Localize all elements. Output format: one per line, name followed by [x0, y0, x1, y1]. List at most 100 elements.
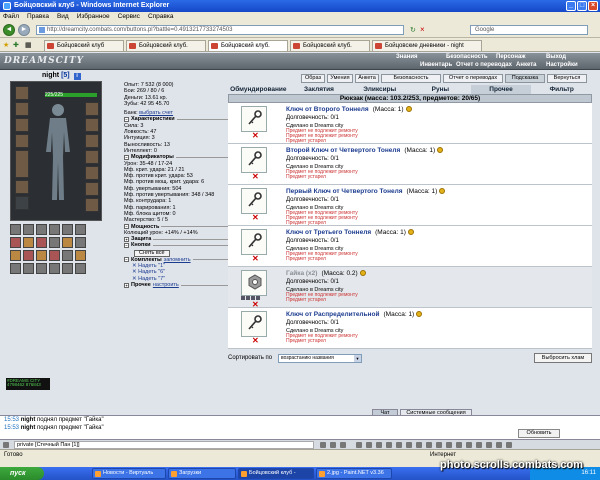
menu-edit[interactable]: Правка [27, 12, 49, 22]
toolbar-icon[interactable] [496, 442, 502, 448]
nav-exit[interactable]: Выход [546, 54, 596, 61]
gloves-slot[interactable] [85, 118, 99, 132]
item-image[interactable] [241, 229, 267, 255]
take-off-all-button[interactable]: Снять всё [134, 249, 170, 257]
collapse-icon[interactable]: − [124, 117, 129, 123]
earrings-slot[interactable] [15, 102, 29, 116]
back-button[interactable]: Вернуться [547, 74, 587, 83]
send-icon[interactable] [320, 442, 326, 448]
inv-slot[interactable] [49, 263, 60, 274]
start-button[interactable]: пуск [0, 467, 44, 480]
forward-icon[interactable]: ► [18, 24, 30, 36]
transfers-report-button[interactable]: Отчет о переводах [443, 74, 503, 83]
item-image[interactable] [241, 188, 267, 214]
inv-slot[interactable] [75, 237, 86, 248]
bracers-slot[interactable] [85, 102, 99, 116]
security-button[interactable]: Безопасность [381, 74, 441, 83]
inv-slot[interactable] [62, 263, 73, 274]
refresh-chat-button[interactable]: Обновить [518, 429, 560, 438]
menu-help[interactable]: Справка [148, 12, 174, 22]
tab-elixirs[interactable]: Эликсиры [349, 85, 410, 94]
taskbar-item-active[interactable]: Бойцовский клуб - [238, 468, 314, 479]
inv-slot[interactable] [23, 237, 34, 248]
item-image[interactable] [241, 270, 267, 296]
delete-icon[interactable]: ✕ [252, 173, 259, 181]
tab-misc[interactable]: Прочее [470, 85, 532, 94]
toolbar-icon[interactable] [476, 442, 482, 448]
ring-slot[interactable] [85, 150, 99, 164]
pocket-slot[interactable] [15, 196, 29, 210]
tab-equipment[interactable]: Обмундирование [228, 85, 289, 94]
taskbar-item[interactable]: Загрузки [168, 468, 236, 479]
close-button[interactable]: × [588, 1, 598, 11]
inv-slot[interactable] [36, 263, 47, 274]
delete-icon[interactable]: ✕ [252, 214, 259, 222]
collapse-icon[interactable]: − [124, 243, 129, 249]
browser-tab[interactable]: Бойцовский клуб. [290, 40, 370, 51]
browser-tab[interactable]: Бойцовский клуб. [126, 40, 206, 51]
back-icon[interactable]: ◄ [3, 24, 15, 36]
chat-mode-icon[interactable] [3, 442, 9, 448]
maximize-button[interactable]: □ [577, 1, 587, 11]
inv-slot[interactable] [10, 224, 21, 235]
item-name[interactable]: Второй Ключ от Четвертого Тонеля (Масса: … [286, 147, 444, 154]
amulet-slot[interactable] [15, 118, 29, 132]
toolbar-icon[interactable] [436, 442, 442, 448]
info-icon[interactable]: i [73, 73, 81, 80]
add-favorite-icon[interactable]: ✚ [13, 41, 19, 49]
stop-icon[interactable]: × [420, 25, 425, 34]
section-misc[interactable]: + Прочее настроить [124, 282, 234, 288]
collapse-icon[interactable]: − [124, 257, 129, 263]
inv-slot[interactable] [23, 250, 34, 261]
image-button[interactable]: Образ [301, 74, 325, 83]
tab-filter[interactable]: Фильтр [531, 85, 592, 94]
menu-file[interactable]: Файл [3, 12, 19, 22]
delete-icon[interactable]: ✕ [252, 255, 259, 263]
favorites-star-icon[interactable]: ★ [3, 41, 9, 49]
toolbar-icon[interactable] [426, 442, 432, 448]
toolbar-icon[interactable] [416, 442, 422, 448]
delete-icon[interactable]: ✕ [252, 337, 259, 345]
inv-slot[interactable] [36, 250, 47, 261]
taskbar-item[interactable]: 2.jpg - Paint.NET v3.36 [316, 468, 392, 479]
toolbar-icon[interactable] [396, 442, 402, 448]
shield-slot[interactable] [85, 134, 99, 148]
bank-select-link[interactable]: выбрать счет [139, 110, 173, 116]
toolbar-icon[interactable] [366, 442, 372, 448]
menu-view[interactable]: Вид [57, 12, 69, 22]
nav-knowledge[interactable]: Знания [396, 54, 446, 61]
hint-button[interactable]: Подсказка [505, 74, 545, 83]
armor-slot[interactable] [15, 150, 29, 178]
nav-character[interactable]: Персонаж [496, 54, 546, 61]
item-image[interactable] [241, 311, 267, 337]
skills-button[interactable]: Умения [327, 74, 353, 83]
inv-slot[interactable] [10, 237, 21, 248]
minimize-button[interactable]: _ [566, 1, 576, 11]
browser-tab[interactable]: Бойцовские дневники - night [372, 40, 482, 51]
toolbar-icon[interactable] [466, 442, 472, 448]
profile-button[interactable]: Анкета [355, 74, 379, 83]
toolbar-icon[interactable] [406, 442, 412, 448]
tab-runes[interactable]: Руны [410, 85, 471, 94]
inv-slot[interactable] [10, 250, 21, 261]
nav-transfers[interactable]: Отчет о переводах [456, 62, 516, 69]
inv-slot[interactable] [75, 250, 86, 261]
helmet-slot[interactable] [15, 86, 29, 100]
inv-slot[interactable] [62, 224, 73, 235]
nav-settings[interactable]: Настройки [546, 62, 586, 69]
weapon-slot[interactable] [15, 134, 29, 148]
search-input[interactable]: Google [470, 25, 588, 35]
browser-tab-active[interactable]: Бойцовский клуб. [208, 40, 288, 51]
tab-list-icon[interactable]: ▦ [25, 41, 32, 49]
chat-user[interactable]: night [21, 425, 36, 431]
configure-link[interactable]: настроить [153, 282, 179, 288]
toolbar-icon[interactable] [386, 442, 392, 448]
item-name[interactable]: Ключ от Второго Тоннеля (Масса: 1) [286, 106, 412, 113]
tab-spells[interactable]: Заклятия [289, 85, 350, 94]
inv-slot[interactable] [75, 224, 86, 235]
action-icon[interactable] [246, 296, 250, 300]
clear-icon[interactable] [340, 442, 346, 448]
toolbar-icon[interactable] [446, 442, 452, 448]
action-icon[interactable] [241, 296, 245, 300]
inv-slot[interactable] [36, 224, 47, 235]
